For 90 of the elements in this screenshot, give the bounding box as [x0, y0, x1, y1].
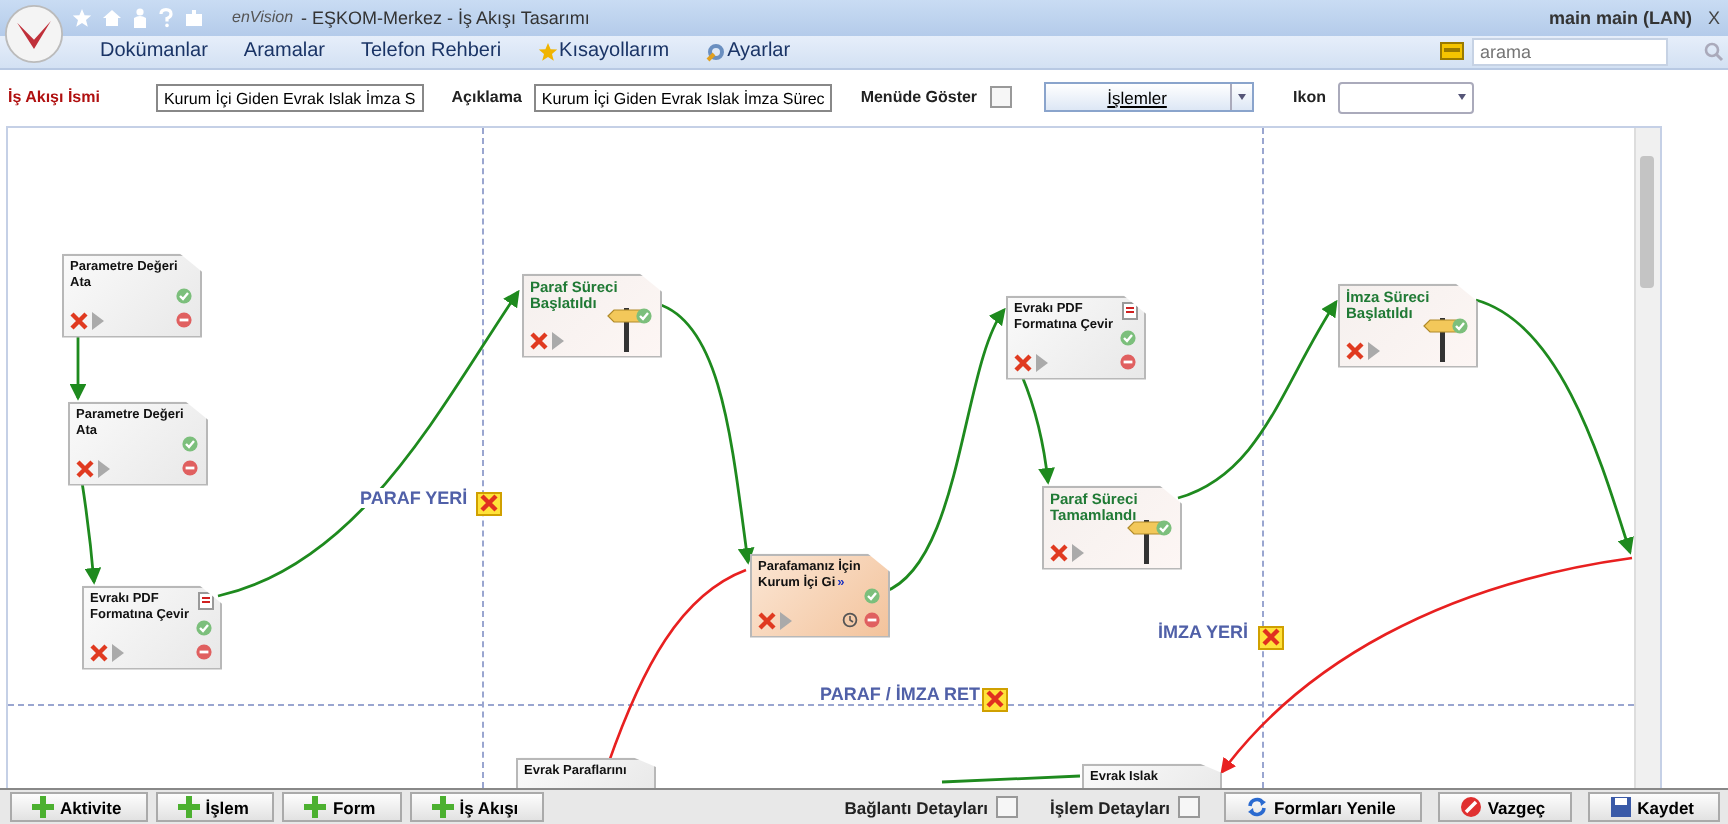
play-icon[interactable] — [780, 611, 792, 630]
scrollbar-thumb[interactable] — [1640, 155, 1654, 288]
delete-icon[interactable] — [1050, 543, 1068, 562]
card-icon — [1440, 42, 1464, 61]
menu-item[interactable]: Dokümanlar — [100, 40, 208, 63]
menu-item[interactable]: Kısayollarım — [537, 40, 670, 63]
add-button[interactable]: Form — [282, 792, 402, 823]
delete-icon[interactable] — [70, 311, 88, 330]
menu-item[interactable]: Aramalar — [243, 40, 325, 63]
workflow-name-label: İş Akışı İsmi — [8, 88, 100, 107]
delete-icon[interactable] — [758, 611, 776, 630]
home-icon[interactable] — [102, 7, 122, 28]
help-icon[interactable] — [158, 7, 174, 28]
check-icon[interactable] — [176, 287, 192, 304]
check-icon[interactable] — [636, 307, 652, 324]
action-button[interactable]: Formları Yenile — [1224, 792, 1422, 823]
puzzle-icon[interactable] — [184, 7, 204, 28]
delete-icon[interactable] — [1346, 341, 1364, 360]
check-icon[interactable] — [1452, 317, 1468, 334]
check-icon[interactable] — [1156, 519, 1172, 536]
connector-arrow — [69, 335, 87, 401]
show-in-menu-label: Menüde Göster — [860, 88, 978, 107]
add-button[interactable]: İş Akışı — [409, 792, 545, 823]
star-icon — [537, 41, 558, 62]
show-in-menu-checkbox[interactable] — [989, 86, 1012, 109]
connector-arrow — [80, 481, 102, 585]
stop-icon[interactable] — [176, 311, 192, 328]
stop-icon[interactable] — [196, 643, 212, 660]
check-icon[interactable] — [864, 587, 880, 604]
close-button[interactable]: X — [1707, 7, 1720, 28]
stop-icon[interactable] — [864, 611, 880, 628]
connector-arrow — [1020, 374, 1055, 485]
action-button[interactable]: Vazgeç — [1437, 792, 1572, 823]
delete-icon[interactable] — [1014, 353, 1032, 372]
play-icon[interactable] — [112, 643, 124, 662]
plus-icon — [177, 796, 200, 819]
add-button[interactable]: İşlem — [155, 792, 275, 823]
delete-icon[interactable] — [530, 331, 548, 350]
remove-lane-button[interactable] — [476, 491, 502, 516]
play-icon[interactable] — [552, 331, 564, 350]
search-icon[interactable] — [1704, 41, 1724, 62]
option-label: Bağlantı Detayları — [844, 797, 989, 818]
check-icon[interactable] — [196, 619, 212, 636]
cancel-icon — [1459, 796, 1482, 819]
delete-icon[interactable] — [90, 643, 108, 662]
lane-label: PARAF YERİ — [358, 487, 470, 508]
clock-icon — [842, 611, 858, 628]
star-icon[interactable] — [72, 7, 92, 28]
refresh-icon — [1246, 796, 1269, 819]
workflow-name-field[interactable]: Kurum İçi Giden Evrak Islak İmza S — [155, 83, 424, 112]
check-icon[interactable] — [182, 435, 198, 452]
vertical-scrollbar[interactable] — [1634, 127, 1660, 789]
save-icon — [1609, 796, 1632, 819]
play-icon[interactable] — [1072, 543, 1084, 562]
play-icon[interactable] — [1036, 353, 1048, 372]
plus-icon — [431, 796, 454, 819]
signpost-icon — [1420, 313, 1460, 362]
icon-dropdown[interactable] — [1338, 81, 1474, 114]
play-icon[interactable] — [92, 311, 104, 330]
actions-dropdown[interactable]: İşlemler — [1043, 82, 1254, 113]
brand-logo: enVision — [232, 8, 294, 27]
icon-label: Ikon — [1293, 88, 1326, 107]
action-button[interactable]: Kaydet — [1587, 792, 1720, 823]
delete-icon[interactable] — [76, 459, 94, 478]
window-title: - EŞKOM-Merkez - İş Akışı Tasarımı — [301, 7, 590, 28]
lane-label: PARAF / İMZA RET — [818, 683, 982, 704]
add-button[interactable]: Aktivite — [10, 792, 148, 823]
settings-icon — [705, 41, 726, 62]
check-icon[interactable] — [1120, 329, 1136, 346]
description-label: Açıklama — [451, 88, 522, 107]
menu-item[interactable]: Ayarlar — [705, 40, 791, 63]
lane-label: İMZA YERİ — [1156, 621, 1251, 642]
play-icon[interactable] — [98, 459, 110, 478]
stop-icon[interactable] — [1120, 353, 1136, 370]
remove-lane-button[interactable] — [982, 687, 1008, 712]
stop-icon[interactable] — [182, 459, 198, 476]
remove-lane-button[interactable] — [1258, 625, 1284, 650]
option-checkbox[interactable] — [1178, 796, 1201, 819]
search-field[interactable]: arama — [1472, 37, 1668, 66]
person-icon[interactable] — [132, 7, 148, 28]
signpost-icon — [604, 303, 644, 352]
option-label: İşlem Detayları — [1050, 797, 1171, 818]
plus-icon — [304, 796, 327, 819]
app-logo-icon[interactable] — [4, 4, 64, 64]
menu-item[interactable]: Telefon Rehberi — [361, 40, 502, 63]
user-name: main main (LAN) — [1548, 7, 1692, 28]
description-field[interactable]: Kurum İçi Giden Evrak Islak İmza Sürec — [533, 83, 833, 112]
option-checkbox[interactable] — [996, 796, 1019, 819]
play-icon[interactable] — [1368, 341, 1380, 360]
plus-icon — [32, 796, 54, 819]
